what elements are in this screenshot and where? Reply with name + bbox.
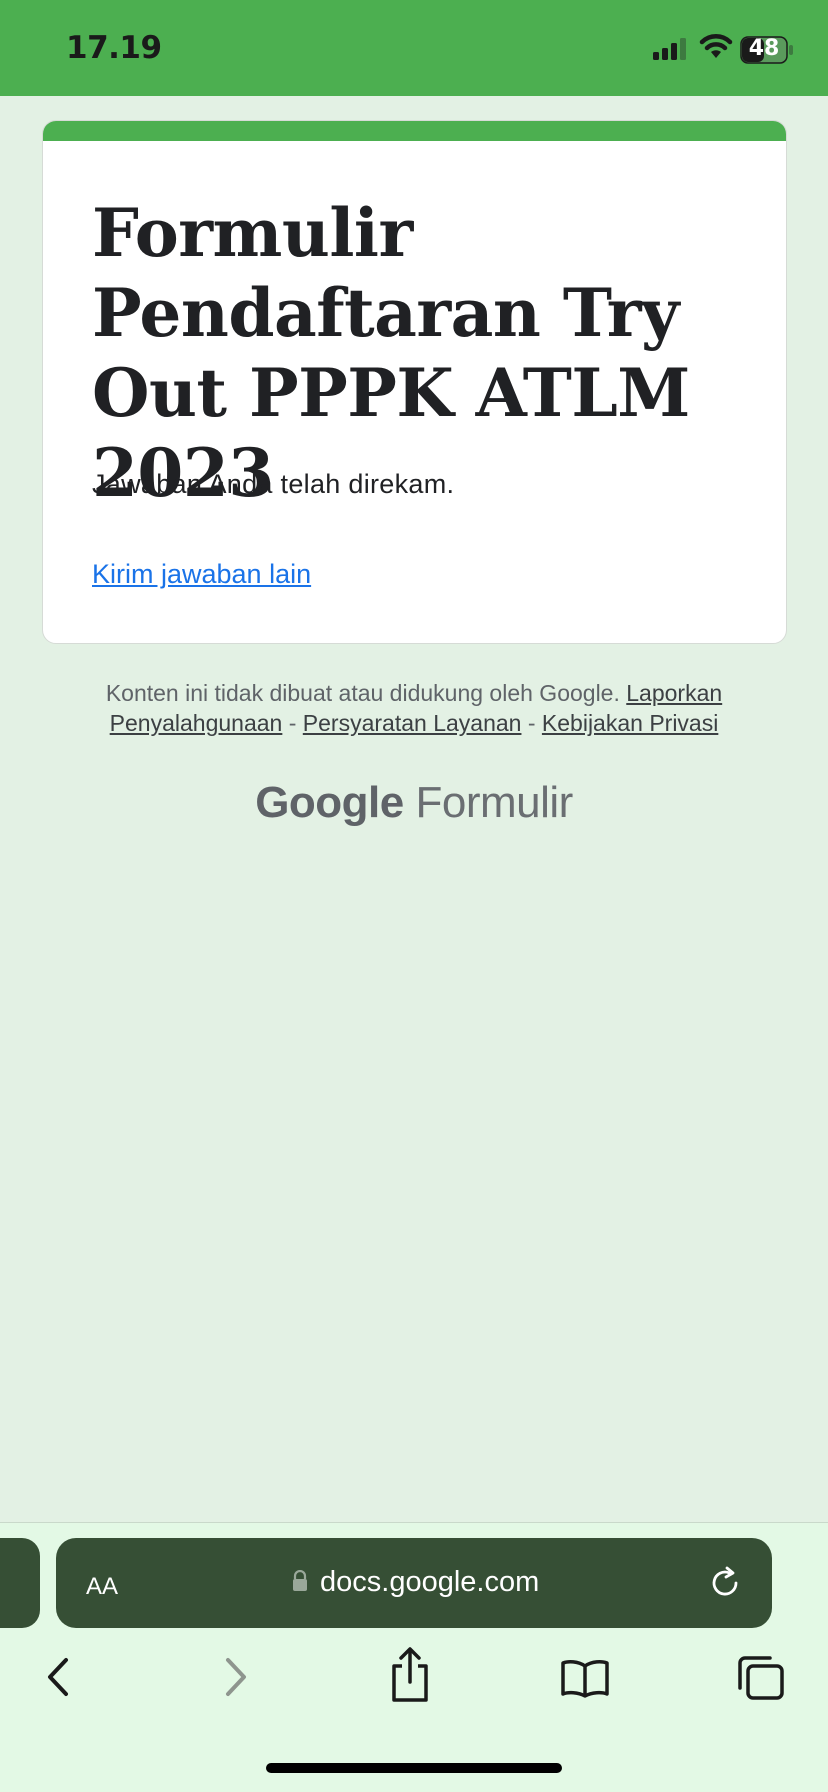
share-icon[interactable]	[388, 1646, 432, 1704]
card-accent-bar	[43, 121, 786, 141]
status-bar: 17.19 48	[0, 0, 828, 96]
status-time: 17.19	[66, 30, 162, 66]
address-bar[interactable]: AA docs.google.com	[56, 1538, 772, 1628]
bookmarks-icon[interactable]	[560, 1658, 610, 1698]
home-indicator[interactable]	[266, 1763, 562, 1773]
terms-link[interactable]: Persyaratan Layanan	[303, 710, 522, 736]
wifi-icon	[699, 34, 733, 58]
tabs-icon[interactable]	[736, 1654, 786, 1702]
battery-level: 48	[748, 36, 780, 61]
footer-separator: -	[288, 710, 297, 736]
disclaimer-text: Konten ini tidak dibuat atau didukung ol…	[105, 680, 620, 706]
brand-product: Formulir	[415, 778, 573, 827]
text-size-label: AA	[86, 1573, 119, 1600]
back-icon[interactable]	[40, 1652, 76, 1702]
footer-disclaimer: Konten ini tidak dibuat atau didukung ol…	[60, 678, 768, 738]
privacy-link[interactable]: Kebijakan Privasi	[542, 710, 718, 736]
brand-google: Google	[255, 778, 404, 827]
submit-another-link[interactable]: Kirim jawaban lain	[92, 559, 311, 590]
form-title: Formulir Pendaftaran Try Out PPPK ATLM 2…	[92, 194, 690, 512]
cellular-signal-icon	[653, 38, 686, 60]
text-size-button[interactable]: AA	[86, 1562, 118, 1608]
previous-tab-peek[interactable]	[0, 1538, 40, 1628]
footer-separator: -	[527, 710, 536, 736]
lock-icon	[293, 1570, 307, 1591]
confirmation-message: Jawaban Anda telah direkam.	[92, 469, 455, 499]
url-text: docs.google.com	[320, 1566, 540, 1598]
forward-icon[interactable]	[218, 1652, 254, 1702]
google-forms-logo[interactable]: Google Formulir	[0, 778, 828, 828]
reload-icon[interactable]	[708, 1566, 742, 1600]
form-card: Formulir Pendaftaran Try Out PPPK ATLM 2…	[42, 120, 787, 644]
